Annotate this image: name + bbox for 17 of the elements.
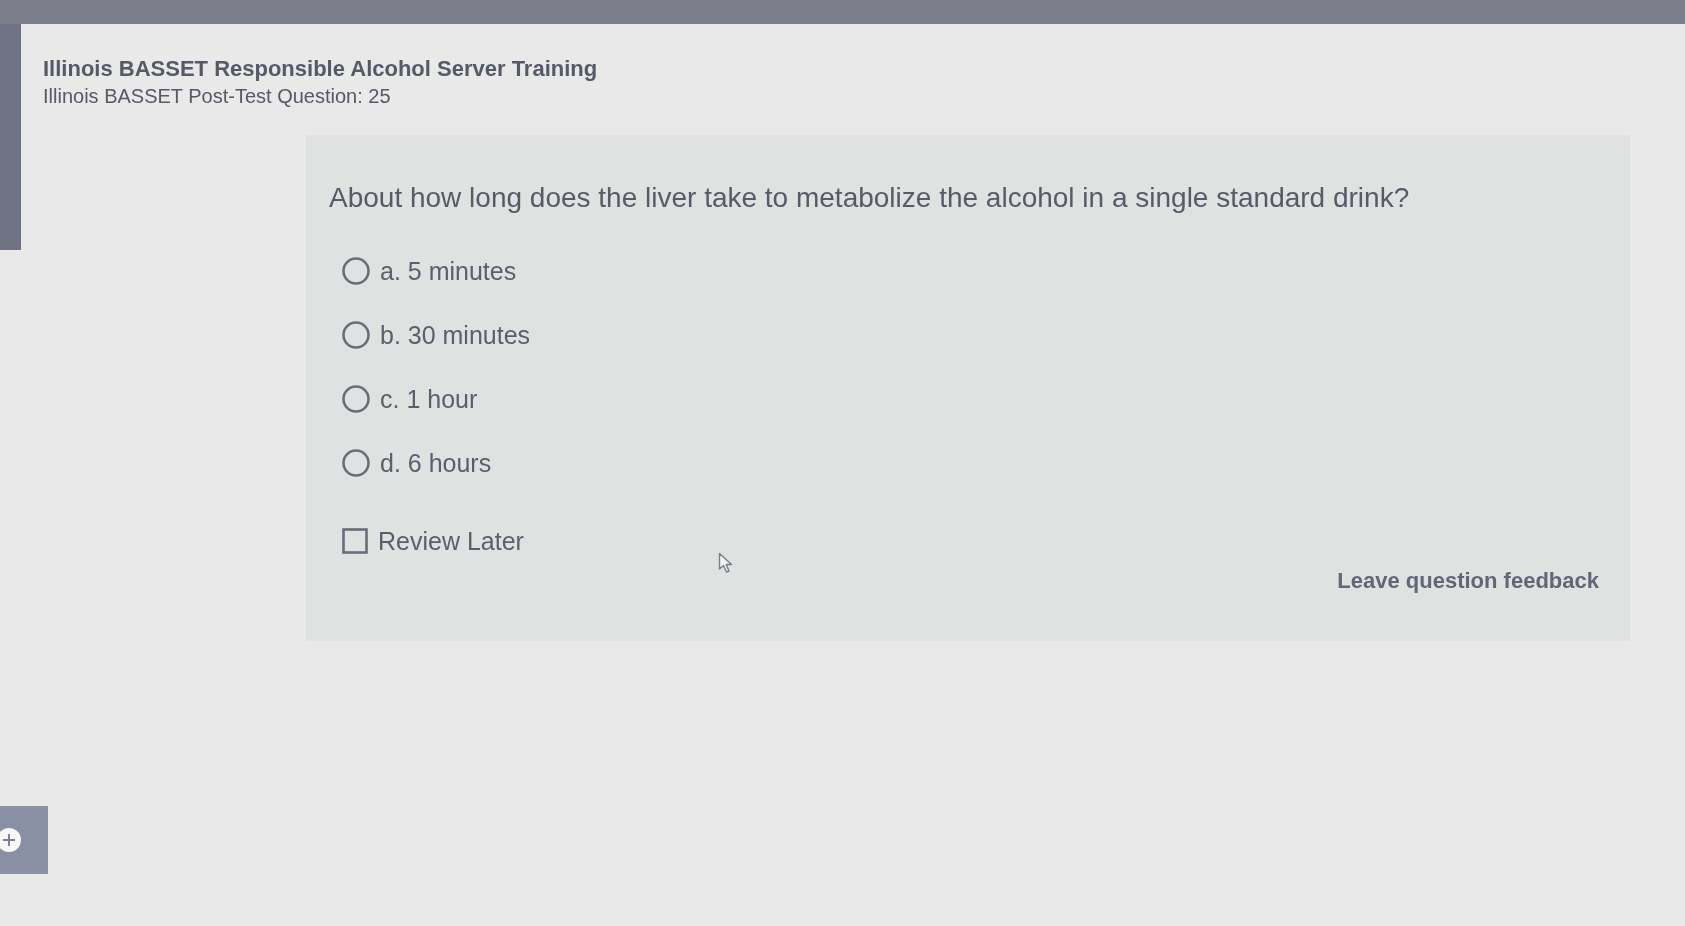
answer-option[interactable]: b. 30 minutes bbox=[342, 315, 531, 355]
review-later-option[interactable]: Review Later bbox=[342, 521, 524, 561]
course-title: Illinois BASSET Responsible Alcohol Server Training bbox=[43, 55, 598, 83]
answer-option[interactable]: d. 6 hours bbox=[342, 443, 492, 483]
checkbox-icon[interactable] bbox=[342, 528, 368, 554]
add-button[interactable] bbox=[0, 806, 48, 874]
radio-icon[interactable] bbox=[342, 385, 370, 413]
feedback-link[interactable]: Leave question feedback bbox=[1337, 568, 1599, 594]
radio-icon[interactable] bbox=[342, 321, 370, 349]
answer-option[interactable]: a. 5 minutes bbox=[342, 251, 517, 291]
plus-icon bbox=[0, 827, 22, 853]
answer-option[interactable]: c. 1 hour bbox=[342, 379, 478, 419]
question-text: About how long does the liver take to metabolize the alcohol in a single standard drink? bbox=[329, 181, 1411, 215]
radio-icon[interactable] bbox=[342, 449, 370, 477]
radio-icon[interactable] bbox=[342, 257, 370, 285]
question-number: Illinois BASSET Post-Test Question: 25 bbox=[43, 84, 391, 109]
cursor-icon bbox=[718, 552, 734, 574]
